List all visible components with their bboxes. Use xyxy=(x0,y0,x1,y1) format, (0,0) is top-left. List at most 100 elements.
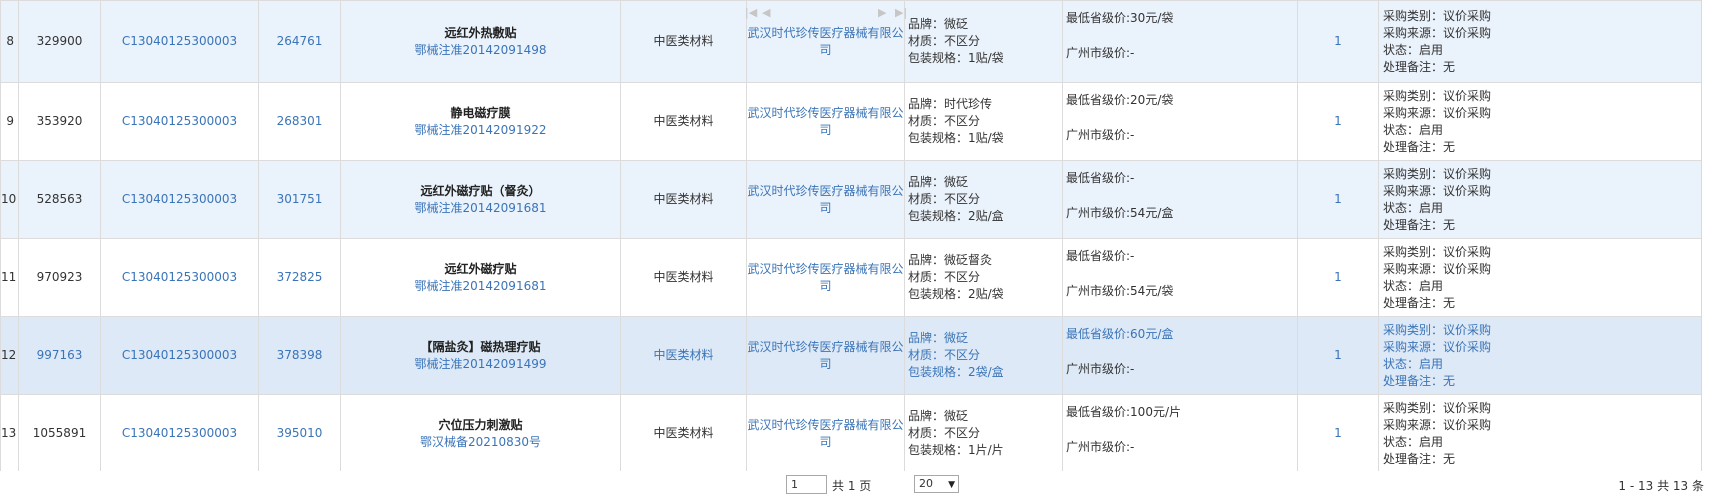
table-row[interactable]: 9 353920 C13040125300003 268301 静电磁疗膜 鄂械注准201… xyxy=(0,82,1701,161)
procurement-type-text: 采购类别：议价采购 xyxy=(1383,166,1492,181)
page-size-select[interactable]: 20 ▼ xyxy=(914,475,959,493)
product-code-link[interactable]: C13040125300003 xyxy=(100,0,259,83)
brand-text: 品牌：微砭 xyxy=(908,175,969,189)
pack-spec-text: 包装规格：1贴/袋 xyxy=(908,131,1004,145)
status-text: 状态：启用 xyxy=(1383,42,1444,57)
registration-number-link[interactable]: 鄂械注准20142091499 xyxy=(342,356,620,373)
handling-note-text: 处理备注：无 xyxy=(1383,373,1456,388)
product-name: 远红外磁疗贴（督灸） xyxy=(420,183,541,198)
status-text: 状态：启用 xyxy=(1383,356,1444,371)
product-number-link[interactable]: 264761 xyxy=(258,0,341,83)
attributes-cell: 品牌：微砭督灸 材质：不区分 包装规格：2贴/袋 xyxy=(904,238,1063,317)
row-index: 12 xyxy=(0,316,19,395)
quantity-cell: 1 xyxy=(1297,238,1379,317)
registration-number-link[interactable]: 鄂械注准20142091681 xyxy=(342,200,620,217)
company-link[interactable]: 武汉时代珍传医疗器械有限公司 xyxy=(746,160,905,239)
registration-number-link[interactable]: 鄂械注准20142091922 xyxy=(342,122,620,139)
price-cell: 最低省级价:60元/盒 广州市级价:- xyxy=(1062,316,1298,395)
category-cell: 中医类材料 xyxy=(620,238,747,317)
product-name-cell: 静电磁疗膜 鄂械注准20142091922 xyxy=(340,82,621,161)
results-table: 8 329900 C13040125300003 264761 远红外热敷贴 鄂械注准20… xyxy=(0,0,1701,471)
product-number-link[interactable]: 395010 xyxy=(258,394,341,471)
table-row[interactable]: 13 1055891 C13040125300003 395010 穴位压力刺激贴 鄂汉械… xyxy=(0,394,1701,471)
company-link[interactable]: 武汉时代珍传医疗器械有限公司 xyxy=(746,82,905,161)
procurement-cell: 采购类别：议价采购 采购来源：议价采购 状态：启用 处理备注：无 xyxy=(1378,160,1701,239)
procurement-source-text: 采购来源：议价采购 xyxy=(1383,25,1492,40)
registration-number-link[interactable]: 鄂械注准20142091498 xyxy=(342,42,620,59)
row-index: 10 xyxy=(0,160,19,239)
record-id-cell: 353920 xyxy=(18,82,101,161)
status-text: 状态：启用 xyxy=(1383,122,1444,137)
category-cell: 中医类材料 xyxy=(620,316,747,395)
attributes-cell: 品牌：微砭 材质：不区分 包装规格：1片/片 xyxy=(904,394,1063,471)
brand-text: 品牌：微砭 xyxy=(908,331,969,345)
category-cell: 中医类材料 xyxy=(620,394,747,471)
procurement-type-text: 采购类别：议价采购 xyxy=(1383,322,1492,337)
provincial-price-text: 最低省级价:- xyxy=(1066,171,1135,185)
handling-note-text: 处理备注：无 xyxy=(1383,295,1456,310)
company-link[interactable]: 武汉时代珍传医疗器械有限公司 xyxy=(746,394,905,471)
product-name: 穴位压力刺激贴 xyxy=(438,417,523,432)
material-text: 材质：不区分 xyxy=(908,426,981,440)
first-page-icon[interactable]: |◀ xyxy=(745,6,757,19)
chevron-down-icon: ▼ xyxy=(948,480,955,490)
registration-number-link[interactable]: 鄂汉械备20210830号 xyxy=(342,434,620,451)
row-index: 8 xyxy=(0,0,19,83)
product-code-link[interactable]: C13040125300003 xyxy=(100,82,259,161)
price-cell: 最低省级价:100元/片 广州市级价:- xyxy=(1062,394,1298,471)
brand-text: 品牌：微砭 xyxy=(908,409,969,423)
provincial-price-text: 最低省级价:- xyxy=(1066,249,1135,263)
status-text: 状态：启用 xyxy=(1383,278,1444,293)
company-link[interactable]: 武汉时代珍传医疗器械有限公司 xyxy=(746,238,905,317)
table-row[interactable]: 10 528563 C13040125300003 301751 远红外磁疗贴（督灸） 鄂… xyxy=(0,160,1701,239)
record-id-cell: 997163 xyxy=(18,316,101,395)
product-number-link[interactable]: 301751 xyxy=(258,160,341,239)
product-code-link[interactable]: C13040125300003 xyxy=(100,238,259,317)
record-id-cell: 329900 xyxy=(18,0,101,83)
material-text: 材质：不区分 xyxy=(908,114,981,128)
procurement-source-text: 采购来源：议价采购 xyxy=(1383,339,1492,354)
last-page-icon[interactable]: ▶| xyxy=(895,6,907,19)
quantity-cell: 1 xyxy=(1297,82,1379,161)
product-name: 远红外热敷贴 xyxy=(444,25,517,40)
product-name: 远红外磁疗贴 xyxy=(444,261,517,276)
category-cell: 中医类材料 xyxy=(620,0,747,83)
registration-number-link[interactable]: 鄂械注准20142091681 xyxy=(342,278,620,295)
provincial-price-text: 最低省级价:30元/袋 xyxy=(1066,11,1174,25)
provincial-price-text: 最低省级价:60元/盒 xyxy=(1066,327,1174,341)
product-number-link[interactable]: 378398 xyxy=(258,316,341,395)
material-text: 材质：不区分 xyxy=(908,192,981,206)
product-code-link[interactable]: C13040125300003 xyxy=(100,160,259,239)
category-cell: 中医类材料 xyxy=(620,82,747,161)
product-number-link[interactable]: 372825 xyxy=(258,238,341,317)
product-number-link[interactable]: 268301 xyxy=(258,82,341,161)
material-text: 材质：不区分 xyxy=(908,270,981,284)
product-name-cell: 远红外热敷贴鄂械注准20142091498 xyxy=(340,0,621,83)
prev-page-icon[interactable]: ◀ xyxy=(762,6,770,19)
attributes-cell: 品牌：微砭 材质：不区分 包装规格：2贴/盒 xyxy=(904,160,1063,239)
procurement-source-text: 采购来源：议价采购 xyxy=(1383,417,1492,432)
product-code-link[interactable]: C13040125300003 xyxy=(100,316,259,395)
quantity-cell: 1 xyxy=(1297,0,1379,83)
table-row[interactable]: 11 970923 C13040125300003 372825 远红外磁疗贴 鄂械注准2… xyxy=(0,238,1701,317)
table-row[interactable]: 8 329900 C13040125300003 264761 远红外热敷贴 鄂械注准20… xyxy=(0,0,1701,83)
product-code-link[interactable]: C13040125300003 xyxy=(100,394,259,471)
guangzhou-price-text: 广州市级价:- xyxy=(1066,440,1135,454)
next-page-icon[interactable]: ▶ xyxy=(878,6,886,19)
category-cell: 中医类材料 xyxy=(620,160,747,239)
company-link[interactable]: 武汉时代珍传医疗器械有限公司 xyxy=(746,316,905,395)
quantity-cell: 1 xyxy=(1297,316,1379,395)
brand-text: 品牌：微砭 xyxy=(908,17,969,31)
product-name-cell: 穴位压力刺激贴鄂汉械备20210830号 xyxy=(340,394,621,471)
page-number-input[interactable] xyxy=(786,475,827,494)
material-text: 材质：不区分 xyxy=(908,34,981,48)
guangzhou-price-text: 广州市级价:- xyxy=(1066,46,1135,60)
handling-note-text: 处理备注：无 xyxy=(1383,217,1456,232)
procurement-type-text: 采购类别：议价采购 xyxy=(1383,88,1492,103)
guangzhou-price-text: 广州市级价:- xyxy=(1066,362,1135,376)
pack-spec-text: 包装规格：1贴/袋 xyxy=(908,51,1004,65)
attributes-cell: 品牌：微砭材质：不区分包装规格：1贴/袋 xyxy=(904,0,1063,83)
attributes-cell: 品牌：时代珍传 材质：不区分 包装规格：1贴/袋 xyxy=(904,82,1063,161)
table-row[interactable]: 12 997163 C13040125300003 378398 【隔盐灸】磁热理疗贴鄂… xyxy=(0,316,1701,395)
pack-spec-text: 包装规格：2袋/盒 xyxy=(908,365,1004,379)
